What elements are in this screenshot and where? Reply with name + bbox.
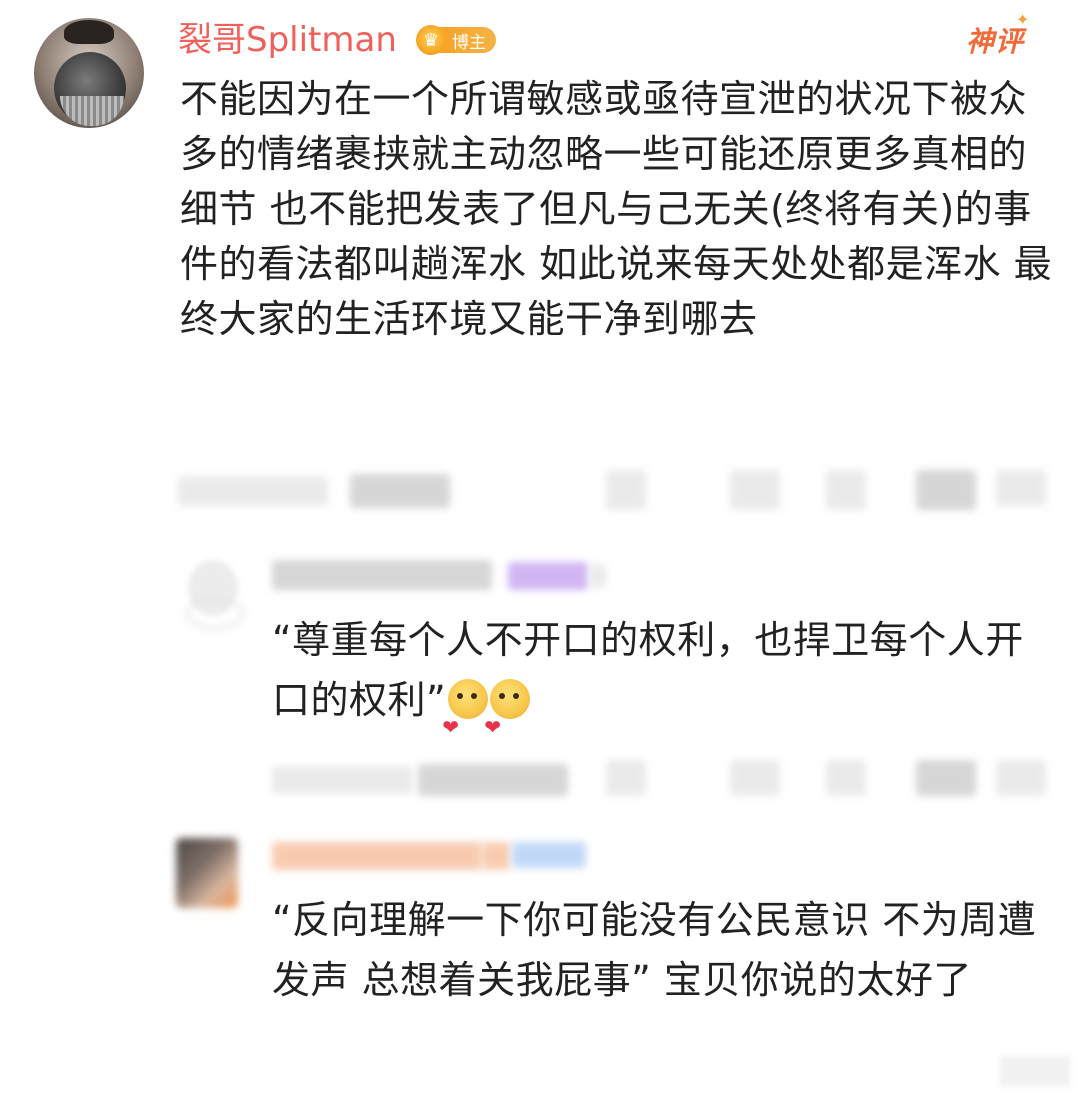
username[interactable]: 裂哥Splitman — [178, 20, 397, 60]
blush-heart-emoji-icon — [484, 679, 531, 757]
blurred-action — [826, 760, 866, 796]
blurred-reply-username — [272, 842, 482, 870]
avatar-hair — [64, 20, 114, 44]
blurred-action — [916, 470, 976, 510]
blurred-meta — [178, 476, 328, 506]
badge-label: 博主 — [438, 27, 496, 53]
blurred-action — [606, 470, 646, 510]
blurred-reply-badge — [508, 562, 588, 590]
blurred-reply-username — [272, 560, 492, 590]
avatar[interactable] — [34, 18, 144, 128]
blurred-action — [826, 470, 866, 510]
blurred-action — [606, 760, 646, 796]
blurred-action — [996, 470, 1046, 506]
blurred-meta — [418, 764, 568, 796]
avatar-mic-grille — [60, 96, 124, 126]
blurred-reply-badge — [512, 842, 586, 868]
blurred-action — [730, 470, 780, 510]
blurred-reply-badge — [590, 564, 606, 588]
blogger-badge: ♛ 博主 — [416, 24, 496, 56]
comment-screenshot: 裂哥Splitman ♛ 博主 神评 ✦ 不能因为在一个所谓敏感或亟待宣泄的状况… — [0, 0, 1080, 1095]
blurred-meta — [272, 766, 412, 794]
hot-comment-tag: 神评 ✦ — [966, 10, 1029, 60]
blush-heart-emoji-icon — [442, 679, 489, 757]
blurred-reply-badge — [482, 842, 510, 870]
blurred-meta — [350, 474, 450, 508]
reply-text: “尊重每个人不开口的权利，也捍卫每个人开口的权利” — [272, 610, 1062, 757]
reply-text: “反向理解一下你可能没有公民意识 不为周遭发声 总想着关我屁事” 宝贝你说的太好… — [272, 898, 1037, 1002]
reply-avatar-ring — [186, 598, 244, 630]
blurred-action — [916, 760, 976, 796]
hot-comment-label: 神评 — [966, 25, 1025, 58]
blurred-action — [730, 760, 780, 796]
watermark — [1000, 1056, 1070, 1086]
sparkle-icon: ✦ — [1016, 10, 1031, 29]
blurred-action — [996, 760, 1046, 796]
reply-avatar[interactable] — [176, 838, 238, 908]
crown-icon: ♛ — [416, 25, 446, 55]
comment-text: 不能因为在一个所谓敏感或亟待宣泄的状况下被众多的情绪裹挟就主动忽略一些可能还原更… — [180, 77, 1053, 341]
reply-text-content: “尊重每个人不开口的权利，也捍卫每个人开口的权利” — [272, 618, 1024, 722]
